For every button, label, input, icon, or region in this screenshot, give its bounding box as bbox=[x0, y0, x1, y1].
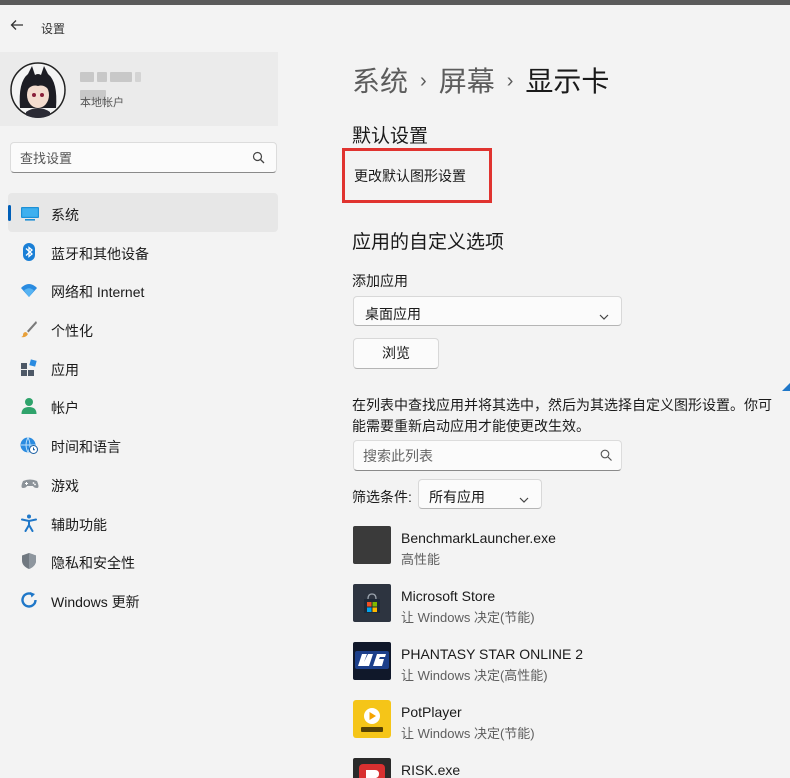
app-list: BenchmarkLauncher.exe 高性能 Microsoft Stor… bbox=[353, 524, 783, 778]
app-name: Microsoft Store bbox=[401, 588, 496, 604]
sidebar-item-label: 游戏 bbox=[51, 477, 79, 494]
pso2-ngs-icon bbox=[353, 642, 391, 680]
app-name: PotPlayer bbox=[401, 704, 462, 720]
app-graphics-preference: 让 Windows 决定(高性能) bbox=[401, 668, 548, 683]
app-type-selected: 桌面应用 bbox=[365, 306, 421, 322]
page-title: 显示卡 bbox=[525, 66, 610, 97]
sidebar-item-label: 个性化 bbox=[51, 323, 93, 340]
user-name-redacted bbox=[80, 72, 170, 100]
app-graphics-preference: 让 Windows 决定(节能) bbox=[401, 610, 535, 625]
sidebar-item-privacy[interactable]: 隐私和安全性 bbox=[8, 541, 278, 580]
list-item[interactable]: PotPlayer 让 Windows 决定(节能) bbox=[353, 698, 783, 756]
filter-dropdown[interactable]: 所有应用 bbox=[418, 479, 542, 509]
chevron-down-icon bbox=[599, 308, 609, 320]
list-item[interactable]: Microsoft Store 让 Windows 决定(节能) bbox=[353, 582, 783, 640]
back-arrow-icon[interactable] bbox=[8, 17, 26, 35]
sidebar-item-label: 系统 bbox=[51, 207, 79, 223]
sidebar-item-windows-update[interactable]: Windows 更新 bbox=[8, 580, 278, 619]
sidebar-item-label: 应用 bbox=[51, 361, 79, 378]
sidebar-item-label: 帐户 bbox=[51, 400, 79, 417]
breadcrumb: 系统 › 屏幕 › 显示卡 bbox=[352, 60, 609, 100]
active-indicator bbox=[8, 205, 11, 221]
custom-options-heading: 应用的自定义选项 bbox=[352, 232, 505, 253]
sidebar-item-label: 辅助功能 bbox=[51, 516, 107, 533]
risk-app-icon bbox=[353, 758, 391, 778]
browse-button[interactable]: 浏览 bbox=[353, 338, 439, 369]
app-graphics-preference: 高性能 bbox=[401, 552, 441, 567]
sidebar-item-accounts[interactable]: 帐户 bbox=[8, 386, 278, 425]
avatar bbox=[10, 62, 66, 118]
sidebar-item-apps[interactable]: 应用 bbox=[8, 348, 278, 387]
settings-search-input[interactable] bbox=[20, 149, 245, 167]
list-item[interactable]: PHANTASY STAR ONLINE 2 让 Windows 决定(高性能) bbox=[353, 640, 783, 698]
breadcrumb-separator: › bbox=[506, 70, 514, 92]
account-icon bbox=[20, 397, 38, 415]
change-default-graphics-link[interactable]: 更改默认图形设置 bbox=[354, 166, 466, 186]
app-name: RISK.exe bbox=[401, 762, 461, 778]
scrollbar-indicator[interactable] bbox=[782, 378, 790, 391]
system-display-icon bbox=[20, 204, 39, 222]
bluetooth-icon bbox=[20, 242, 38, 261]
user-profile-card[interactable]: 本地帐户 bbox=[0, 52, 278, 126]
search-icon[interactable] bbox=[600, 449, 613, 462]
filter-label: 筛选条件: bbox=[352, 489, 412, 505]
potplayer-icon bbox=[353, 700, 391, 738]
chevron-down-icon bbox=[519, 491, 529, 503]
sidebar-item-bluetooth[interactable]: 蓝牙和其他设备 bbox=[8, 232, 278, 271]
sidebar-item-label: 时间和语言 bbox=[51, 439, 121, 456]
windows-update-icon bbox=[20, 591, 38, 609]
breadcrumb-item-display[interactable]: 屏幕 bbox=[439, 66, 495, 97]
sidebar-item-label: 网络和 Internet bbox=[51, 284, 145, 301]
app-type-dropdown[interactable]: 桌面应用 bbox=[353, 296, 622, 326]
sidebar-nav: 系统 蓝牙和其他设备 网络和 Internet 个性化 应用 帐户 时间和语言 … bbox=[8, 193, 278, 619]
accessibility-icon bbox=[20, 514, 38, 532]
benchmark-app-icon bbox=[353, 526, 391, 564]
app-name: PHANTASY STAR ONLINE 2 bbox=[401, 646, 584, 662]
title-bar: 设置 bbox=[0, 5, 790, 51]
search-icon[interactable] bbox=[252, 151, 266, 165]
app-name: BenchmarkLauncher.exe bbox=[401, 530, 556, 546]
custom-options-description: 在列表中查找应用并将其选中，然后为其选择自定义图形设置。你可能需要重新启动应用才… bbox=[352, 397, 772, 434]
window-title: 设置 bbox=[41, 22, 66, 36]
sidebar-item-accessibility[interactable]: 辅助功能 bbox=[8, 503, 278, 542]
filter-selected: 所有应用 bbox=[429, 489, 485, 505]
globe-clock-icon bbox=[20, 436, 38, 455]
wifi-icon bbox=[20, 281, 38, 299]
settings-search-box[interactable] bbox=[10, 142, 277, 173]
sidebar-item-label: 蓝牙和其他设备 bbox=[51, 245, 149, 262]
microsoft-store-icon bbox=[353, 584, 391, 622]
list-item[interactable]: RISK.exe bbox=[353, 756, 783, 778]
sidebar-item-personalization[interactable]: 个性化 bbox=[8, 309, 278, 348]
default-settings-heading: 默认设置 bbox=[352, 126, 429, 147]
app-list-search-input[interactable] bbox=[363, 447, 588, 465]
app-graphics-preference: 让 Windows 决定(节能) bbox=[401, 726, 535, 741]
shield-icon bbox=[20, 552, 38, 570]
list-item[interactable]: BenchmarkLauncher.exe 高性能 bbox=[353, 524, 783, 582]
breadcrumb-separator: › bbox=[420, 70, 427, 92]
sidebar-item-time-language[interactable]: 时间和语言 bbox=[8, 425, 278, 464]
apps-icon bbox=[20, 359, 38, 377]
sidebar-item-network[interactable]: 网络和 Internet bbox=[8, 270, 278, 309]
sidebar-item-label: Windows 更新 bbox=[51, 593, 140, 610]
account-type-label: 本地帐户 bbox=[80, 97, 124, 109]
brush-icon bbox=[20, 320, 38, 338]
sidebar-item-label: 隐私和安全性 bbox=[51, 555, 135, 572]
sidebar-item-system[interactable]: 系统 bbox=[8, 193, 278, 232]
app-list-search-box[interactable] bbox=[353, 440, 622, 471]
add-app-label: 添加应用 bbox=[352, 273, 408, 289]
gamepad-icon bbox=[20, 475, 39, 493]
sidebar-item-gaming[interactable]: 游戏 bbox=[8, 464, 278, 503]
breadcrumb-item-system[interactable]: 系统 bbox=[352, 66, 408, 97]
